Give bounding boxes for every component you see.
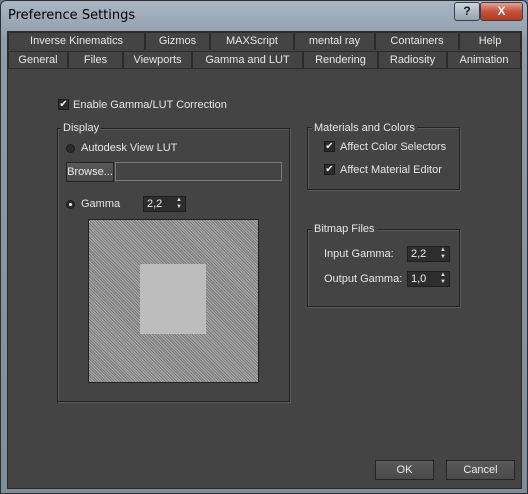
display-group-title: Display <box>61 122 102 134</box>
output-gamma-spinner[interactable]: 1,0 ▲ ▼ <box>407 271 450 287</box>
tab-radiosity[interactable]: Radiosity <box>378 51 447 69</box>
input-gamma-spinner[interactable]: 2,2 ▲ ▼ <box>407 246 450 262</box>
spinner-arrows-icon[interactable]: ▲ ▼ <box>440 247 448 261</box>
tab-rendering[interactable]: Rendering <box>303 51 378 69</box>
tab-viewports[interactable]: Viewports <box>123 51 192 69</box>
materials-colors-title: Materials and Colors <box>312 122 417 134</box>
gamma-label: Gamma <box>81 198 121 210</box>
tab-mental-ray[interactable]: mental ray <box>294 32 375 50</box>
close-button[interactable]: X <box>480 2 523 21</box>
gamma-radio[interactable] <box>66 200 75 209</box>
lut-path-field[interactable] <box>115 162 282 181</box>
output-gamma-value: 1,0 <box>411 273 427 285</box>
cancel-button[interactable]: Cancel <box>446 460 515 480</box>
input-gamma-label: Input Gamma: <box>324 248 394 260</box>
materials-colors-group <box>307 127 460 190</box>
affect-material-editor-label: Affect Material Editor <box>340 164 442 176</box>
enable-gamma-checkbox[interactable]: ✔ <box>58 99 69 110</box>
autodesk-lut-label: Autodesk View LUT <box>81 142 178 154</box>
bitmap-files-group <box>307 229 460 307</box>
gamma-test-inner-square <box>140 264 206 334</box>
dialog-client-area: Inverse Kinematics Gizmos MAXScript ment… <box>7 31 522 489</box>
bitmap-files-title: Bitmap Files <box>312 223 377 235</box>
input-gamma-value: 2,2 <box>411 248 427 260</box>
window-title: Preference Settings <box>8 8 136 23</box>
tab-containers[interactable]: Containers <box>375 32 459 50</box>
tab-inverse-kinematics[interactable]: Inverse Kinematics <box>8 32 145 50</box>
title-bar[interactable]: Preference Settings ? X <box>1 1 527 31</box>
display-gamma-spinner[interactable]: 2,2 ▲ ▼ <box>143 196 186 212</box>
output-gamma-label: Output Gamma: <box>324 273 403 285</box>
enable-gamma-label: Enable Gamma/LUT Correction <box>73 99 227 111</box>
tab-animation[interactable]: Animation <box>447 51 521 69</box>
preference-settings-window: Preference Settings ? X Inverse Kinemati… <box>0 0 528 494</box>
tab-help[interactable]: Help <box>459 32 521 50</box>
display-gamma-value: 2,2 <box>147 198 163 210</box>
autodesk-lut-radio[interactable] <box>66 144 75 153</box>
spinner-arrows-icon[interactable]: ▲ ▼ <box>440 272 448 286</box>
tab-gizmos[interactable]: Gizmos <box>145 32 210 50</box>
tab-files[interactable]: Files <box>68 51 123 69</box>
affect-material-editor-checkbox[interactable]: ✔ <box>324 164 335 175</box>
gamma-test-pattern <box>88 219 259 383</box>
ok-button[interactable]: OK <box>375 460 434 480</box>
affect-color-selectors-checkbox[interactable]: ✔ <box>324 141 335 152</box>
spinner-arrows-icon[interactable]: ▲ ▼ <box>176 197 184 211</box>
tab-strip-divider <box>8 68 521 69</box>
affect-color-selectors-label: Affect Color Selectors <box>340 141 447 153</box>
tab-gamma-and-lut[interactable]: Gamma and LUT <box>192 51 303 69</box>
tab-general[interactable]: General <box>8 51 68 69</box>
browse-button[interactable]: Browse... <box>66 162 114 182</box>
help-button[interactable]: ? <box>454 2 480 21</box>
tab-maxscript[interactable]: MAXScript <box>210 32 294 50</box>
